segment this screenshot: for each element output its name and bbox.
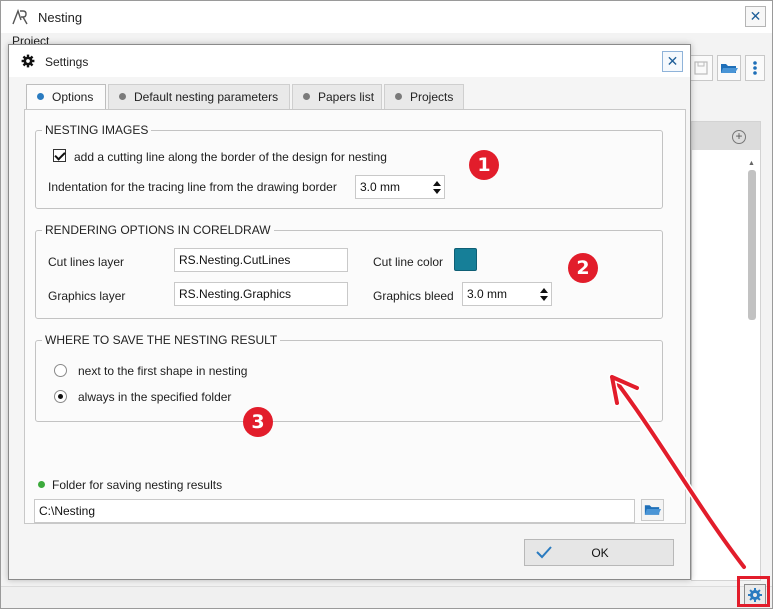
dialog-close-button[interactable]: ✕ (662, 51, 683, 72)
main-window-title: Nesting (38, 10, 83, 25)
group-title: WHERE TO SAVE THE NESTING RESULT (42, 333, 281, 347)
tab-papers-list[interactable]: Papers list (292, 84, 382, 110)
tab-label: Default nesting parameters (134, 90, 279, 104)
close-icon: ✕ (749, 8, 762, 24)
nesting-logo-icon (11, 8, 29, 26)
tab-dot (303, 93, 310, 100)
tab-label: Options (52, 90, 94, 104)
status-bar (1, 586, 772, 608)
open-folder-button[interactable] (717, 55, 741, 81)
projects-panel-header: + (692, 122, 760, 150)
cut-lines-layer-input[interactable]: RS.Nesting.CutLines (174, 248, 348, 272)
tab-label: Papers list (318, 90, 375, 104)
spin-up-icon[interactable] (540, 288, 548, 293)
tab-dot (119, 93, 126, 100)
projects-panel: + ▲ (691, 121, 761, 581)
indentation-input[interactable]: 3.0 mm (355, 175, 445, 199)
group-title: RENDERING OPTIONS IN CORELDRAW (42, 223, 274, 237)
graphics-bleed-label: Graphics bleed (373, 289, 454, 303)
folder-path-input[interactable]: C:\Nesting (34, 499, 635, 523)
cut-line-color-swatch[interactable] (454, 248, 477, 271)
browse-folder-button[interactable] (641, 499, 664, 521)
save-location-group: WHERE TO SAVE THE NESTING RESULT next to… (35, 333, 663, 422)
indentation-value: 3.0 mm (360, 180, 401, 194)
tab-options[interactable]: Options (26, 84, 106, 111)
more-vertical-icon (753, 61, 757, 75)
tab-label: Projects (410, 90, 454, 104)
more-menu-button[interactable] (745, 55, 765, 81)
indentation-label: Indentation for the tracing line from th… (48, 180, 337, 194)
tab-dot (37, 93, 44, 100)
indentation-spinner[interactable] (431, 176, 443, 198)
radio-next-to-shape[interactable] (54, 364, 67, 377)
annotation-badge-3: 3 (243, 407, 273, 437)
graphics-bleed-value: 3.0 mm (467, 287, 508, 301)
cutting-line-label: add a cutting line along the border of t… (74, 150, 387, 164)
settings-dialog: Settings ✕ Options Default nesting param… (8, 44, 691, 580)
spin-up-icon[interactable] (433, 181, 441, 186)
scroll-thumb[interactable] (748, 170, 756, 320)
main-close-button[interactable]: ✕ (745, 6, 766, 27)
radio-specified-folder-label: always in the specified folder (78, 390, 232, 404)
cut-line-color-label: Cut line color (373, 255, 444, 269)
tab-default-nesting-parameters[interactable]: Default nesting parameters (108, 84, 290, 110)
gear-icon (20, 53, 36, 69)
scroll-up-icon[interactable]: ▲ (748, 160, 755, 167)
folder-label: Folder for saving nesting results (52, 478, 223, 492)
graphics-layer-label: Graphics layer (48, 289, 126, 303)
main-titlebar: Nesting ✕ (1, 1, 772, 33)
radio-specified-folder[interactable] (54, 390, 67, 403)
save-icon (694, 61, 708, 75)
status-dot (38, 481, 45, 488)
radio-next-to-shape-label: next to the first shape in nesting (78, 364, 248, 378)
annotation-badge-1: 1 (469, 150, 499, 180)
scrollbar[interactable]: ▲ (746, 152, 758, 572)
tab-projects[interactable]: Projects (384, 84, 464, 110)
tab-dot (395, 93, 402, 100)
graphics-layer-input[interactable]: RS.Nesting.Graphics (174, 282, 348, 306)
annotation-highlight-box (737, 576, 770, 607)
group-title: NESTING IMAGES (42, 123, 152, 137)
spin-down-icon[interactable] (433, 189, 441, 194)
save-button[interactable] (689, 55, 713, 81)
graphics-bleed-input[interactable]: 3.0 mm (462, 282, 552, 306)
cut-lines-layer-label: Cut lines layer (48, 255, 125, 269)
close-icon: ✕ (666, 53, 679, 69)
spin-down-icon[interactable] (540, 296, 548, 301)
options-tab-content: NESTING IMAGES add a cutting line along … (24, 109, 686, 524)
dialog-title: Settings (45, 55, 89, 69)
ok-label: OK (591, 546, 609, 560)
cutting-line-checkbox[interactable] (53, 149, 66, 162)
plus-circle-icon[interactable]: + (732, 130, 746, 144)
graphics-bleed-spinner[interactable] (538, 283, 550, 305)
folder-open-icon (644, 505, 662, 515)
annotation-badge-2: 2 (568, 253, 598, 283)
ok-button[interactable]: OK (524, 539, 674, 566)
dialog-titlebar: Settings ✕ (9, 45, 690, 77)
nesting-images-group: NESTING IMAGES add a cutting line along … (35, 123, 663, 209)
folder-open-icon (721, 64, 738, 73)
